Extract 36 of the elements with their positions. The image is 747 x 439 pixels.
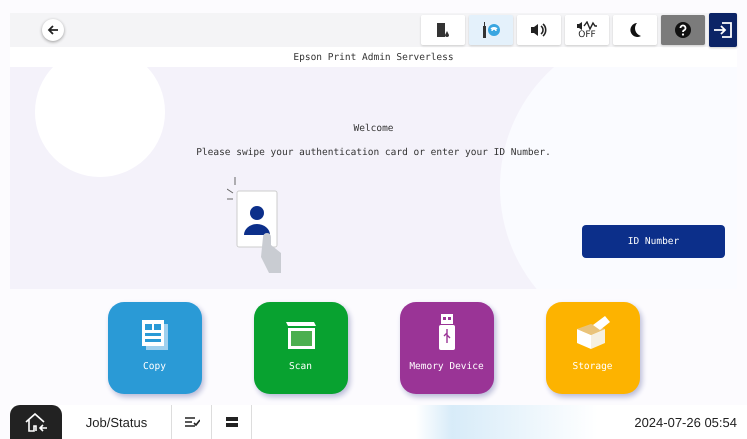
back-button[interactable] <box>42 19 64 41</box>
quiet-mode-icon <box>576 21 598 31</box>
help-icon <box>674 21 692 39</box>
ink-button[interactable] <box>421 15 465 45</box>
open-box-icon <box>574 315 610 351</box>
tile-label: Storage <box>572 361 613 372</box>
id-number-button[interactable]: ID Number <box>582 225 725 258</box>
off-label: OFF <box>578 31 596 39</box>
quiet-button[interactable]: OFF <box>565 15 609 45</box>
tile-label: Copy <box>143 361 166 372</box>
sound-button[interactable] <box>517 15 561 45</box>
scanner-icon <box>284 321 316 351</box>
moon-icon <box>628 22 642 38</box>
logout-button[interactable] <box>709 13 737 47</box>
tile-label: Memory Device <box>409 361 484 372</box>
logout-icon <box>713 20 733 40</box>
welcome-heading: Welcome <box>353 123 394 134</box>
home-icon <box>24 412 48 432</box>
instruction-text: Please swipe your authentication card or enter your ID Number. <box>196 147 551 158</box>
tile-label: Scan <box>289 361 312 372</box>
memory-tile[interactable]: Memory Device <box>400 302 494 394</box>
date-time: 2024-07-26 05:54 <box>634 414 737 430</box>
ink-cartridge-icon <box>436 22 450 38</box>
usb-drive-icon <box>438 313 456 351</box>
help-button[interactable] <box>661 15 705 45</box>
scan-tile[interactable]: Scan <box>254 302 348 394</box>
home-button[interactable] <box>10 405 62 439</box>
wifi-button[interactable] <box>469 15 513 45</box>
document-icon <box>140 319 168 351</box>
list-check-icon <box>184 416 200 428</box>
tray-icon <box>224 416 238 428</box>
back-arrow-icon <box>47 24 59 36</box>
sleep-button[interactable] <box>613 15 657 45</box>
speaker-icon <box>530 23 548 37</box>
screen-title: Epson Print Admin Serverless <box>293 52 454 62</box>
wifi-icon <box>482 21 500 39</box>
